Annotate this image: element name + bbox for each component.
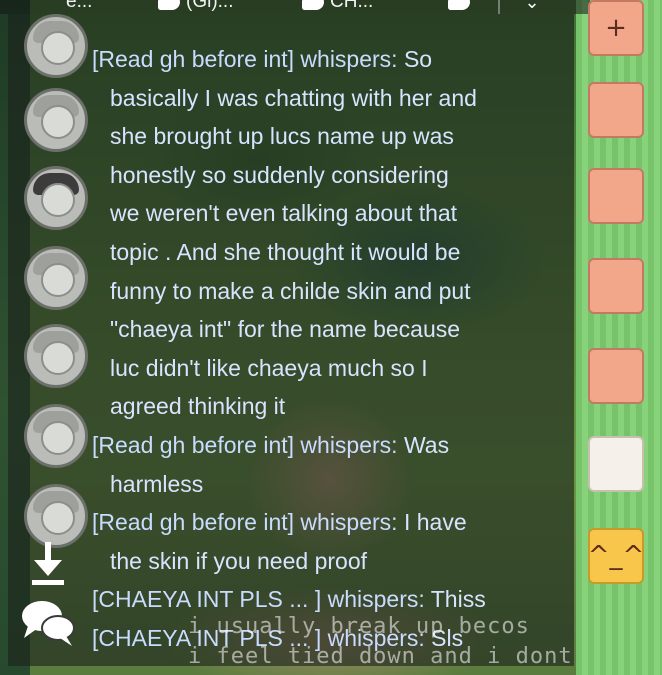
avatar[interactable] [24, 484, 88, 548]
emote-button[interactable] [588, 348, 644, 404]
avatar[interactable] [24, 404, 88, 468]
download-icon[interactable] [26, 540, 70, 588]
message-sender: [Read gh before int] whispers: [92, 509, 398, 536]
tab-label: CH... [330, 0, 374, 12]
message-text: the skin if you need proof [110, 547, 367, 574]
chat-bubble-icon [302, 0, 324, 10]
message-sender: [CHAEYA INT PLS ... ] whispers: [92, 586, 425, 613]
chat-bubble-icon [158, 0, 180, 10]
tab-label: e... [66, 0, 93, 12]
chat-message: [Read gh before int] whispers: I have th… [92, 503, 532, 580]
chat-bubble-icon [448, 0, 470, 10]
avatar[interactable] [24, 324, 88, 388]
chat-tab-4[interactable] [448, 0, 476, 10]
chat-tab-1[interactable]: e... [66, 0, 93, 12]
message-text: agreed thinking it [110, 393, 286, 420]
chat-message-list: [Read gh before int] whispers: So basica… [92, 40, 532, 658]
emote-button[interactable] [588, 258, 644, 314]
message-sender: [Read gh before int] whispers: [92, 431, 398, 458]
chat-tab-bar: e... (Gl)... CH... ⌄ [0, 0, 590, 14]
avatar[interactable] [24, 246, 88, 310]
avatar[interactable] [24, 166, 88, 230]
chevron-down-icon[interactable]: ⌄ [522, 0, 542, 12]
emote-button[interactable] [588, 168, 644, 224]
message-text: Thiss [430, 586, 486, 613]
message-text: I have [403, 509, 467, 536]
emote-button[interactable] [588, 436, 644, 492]
message-text: luc didn't like chaeya much so I [110, 354, 428, 381]
message-text: basically I was chatting with her and [110, 84, 477, 111]
tab-label: (Gl)... [186, 0, 234, 12]
message-text: Was [403, 431, 450, 458]
message-sender: [Read gh before int] whispers: [92, 46, 398, 72]
chat-message: [Read gh before int] whispers: Was harml… [92, 426, 532, 503]
chat-tab-3[interactable]: CH... [302, 0, 374, 12]
chat-message: [Read gh before int] whispers: So basica… [92, 40, 532, 426]
tab-divider [498, 0, 500, 14]
speech-overlay-text: i usually break up becos i feel tied dow… [188, 614, 573, 669]
message-text: harmless [110, 470, 204, 497]
emote-button[interactable] [588, 82, 644, 138]
message-text: "chaeya int" for the name because [110, 316, 461, 343]
message-text: funny to make a childe skin and put [110, 277, 471, 304]
avatar[interactable] [24, 88, 88, 152]
emote-button[interactable]: + [588, 0, 644, 56]
message-text: we weren't even talking about that [110, 200, 458, 227]
chats-icon[interactable] [20, 598, 76, 648]
message-text: she brought up lucs name up was [110, 123, 454, 150]
avatar[interactable] [24, 14, 88, 78]
chat-tab-2[interactable]: (Gl)... [158, 0, 234, 12]
message-text: honestly so suddenly considering [110, 161, 449, 188]
message-text: So [403, 46, 433, 72]
message-text: topic . And she thought it would be [110, 238, 461, 265]
emote-button[interactable]: ^_^ [588, 528, 644, 584]
